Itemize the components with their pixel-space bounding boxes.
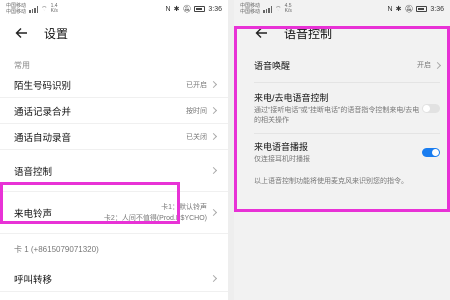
chevron-right-icon [209,166,218,175]
item-label: 通话记录合并 [14,106,72,118]
bluetooth-icon: ✱ [395,6,402,13]
item-label: 呼叫转移 [14,274,53,286]
sim1-section-label: 卡 1 (+8615079071320) [14,245,99,254]
settings-item-call-forwarding[interactable]: 呼叫转移 [0,266,228,292]
battery-icon [194,6,206,12]
chevron-right-icon [209,80,218,89]
chevron-right-icon [209,132,218,141]
page-title: 设置 [44,26,69,41]
signal-icon [29,5,39,13]
clock: 3:36 [208,5,222,13]
item-value: 已开启 [186,81,207,89]
carrier-2: 中国移动 [6,9,27,15]
carrier-2: 中国移动 [240,9,261,15]
chevron-right-icon [209,208,218,217]
battery-icon [416,6,428,12]
item-label: 通话自动录音 [14,132,72,144]
section-label-common: 常用 [14,61,30,70]
mute-icon: 🔕︎ [404,6,414,13]
item-value: 已关闭 [186,133,207,141]
highlight-box-voice-settings [234,26,450,212]
mute-icon: 🔕︎ [182,6,192,13]
chevron-right-icon [209,274,218,283]
chevron-right-icon [209,106,218,115]
wifi-icon: ⌔ [275,5,282,13]
clock: 3:36 [430,5,444,13]
bluetooth-icon: ✱ [173,6,180,13]
settings-item-stranger-id[interactable]: 陌生号码识别 已开启 [0,72,228,98]
header: 设置 [0,18,228,48]
nfc-icon: N [165,5,171,13]
nfc-icon: N [387,5,393,13]
status-bar: 中国移动 中国移动 ⌔ 1.4 K/s N ✱ 🔕︎ 3:36 [0,0,228,18]
back-arrow-icon[interactable] [14,26,28,40]
settings-item-auto-record[interactable]: 通话自动录音 已关闭 [0,124,228,150]
item-label: 语音控制 [14,166,53,178]
settings-item-call-log-merge[interactable]: 通话记录合并 按时间 [0,98,228,124]
status-bar: 中国移动 中国移动 ⌔ 4.5 K/s N ✱ 🔕︎ 3:36 [234,0,450,18]
wifi-icon: ⌔ [41,5,48,13]
signal-icon [263,5,273,13]
highlight-box-voice-control [0,182,180,224]
item-value: 按时间 [186,107,207,115]
network-speed: 4.5 K/s [284,3,292,14]
settings-screen: 中国移动 中国移动 ⌔ 1.4 K/s N ✱ 🔕︎ 3:36 设置 常用 陌生号… [0,0,228,300]
item-label: 陌生号码识别 [14,80,72,92]
network-speed: 1.4 K/s [50,3,58,14]
